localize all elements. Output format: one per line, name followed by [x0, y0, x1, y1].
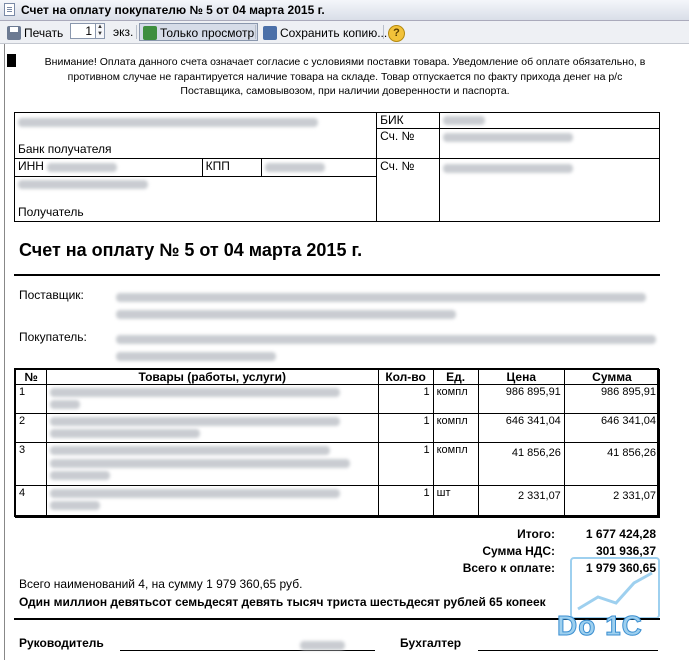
- row-unit: шт: [432, 485, 479, 518]
- row-sum: 646 341,04: [563, 413, 661, 443]
- inn-cell: ИНН: [14, 158, 203, 177]
- row-sum: 2 331,07: [563, 485, 661, 518]
- due-label: Всего к оплате:: [462, 561, 555, 575]
- row-sum: 41 856,26: [563, 442, 661, 486]
- copies-input[interactable]: 1: [70, 23, 96, 39]
- vat-value: 301 936,37: [595, 544, 656, 558]
- copies-spin-icon[interactable]: ▲ ▼: [96, 23, 105, 39]
- col-header-unit: Ед.: [432, 369, 479, 385]
- due-value: 1 979 360,65: [585, 561, 656, 575]
- print-button[interactable]: Печать: [3, 23, 67, 41]
- item-name-redacted: [46, 413, 379, 443]
- row-qty: 1: [377, 384, 434, 414]
- watermark-logo: Do 1C: [557, 610, 643, 642]
- col-header-goods: Товары (работы, услуги): [46, 369, 379, 385]
- total-label: Итого:: [517, 527, 555, 541]
- window-title: Счет на оплату покупателю № 5 от 04 март…: [21, 3, 325, 17]
- col-header-price: Цена: [477, 369, 565, 385]
- toolbar-divider: [255, 25, 256, 39]
- row-qty: 1: [377, 442, 434, 486]
- copies-unit-label: экз.: [113, 25, 134, 39]
- view-only-label: Только просмотр: [160, 26, 255, 40]
- table-row: 1 1 компл 986 895,91 986 895,91: [14, 384, 661, 414]
- inn-label: ИНН: [18, 159, 44, 174]
- view-only-toggle[interactable]: Только просмотр: [139, 23, 259, 41]
- text-cursor: [7, 54, 16, 67]
- recipient-cell: Получатель: [13, 175, 378, 223]
- bik-label: БИК: [376, 111, 441, 130]
- goods-header-row: № Товары (работы, услуги) Кол-во Ед. Цен…: [14, 369, 661, 385]
- help-icon: ?: [388, 25, 405, 42]
- buyer-label: Покупатель:: [19, 330, 87, 344]
- bank-details-table: Банк получателя БИК Сч. № ИНН КПП Сч. № …: [13, 111, 660, 223]
- table-row: 3 1 компл 41 856,26 41 856,26: [14, 442, 661, 486]
- row-unit: компл: [432, 442, 479, 486]
- account-value: [439, 128, 660, 160]
- director-name-redacted: [300, 641, 345, 650]
- bank-name-redacted: [18, 118, 318, 128]
- account2-label: Сч. №: [376, 158, 441, 222]
- summary-line: Всего наименований 4, на сумму 1 979 360…: [19, 577, 303, 591]
- row-price: 986 895,91: [477, 384, 565, 414]
- row-number: 4: [14, 485, 48, 518]
- supplier-value-redacted: [116, 290, 646, 320]
- save-copy-label: Сохранить копию...: [280, 26, 388, 40]
- bank-label: Банк получателя: [18, 142, 112, 157]
- col-header-qty: Кол-во: [377, 369, 434, 385]
- row-number: 3: [14, 442, 48, 486]
- supplier-label: Поставщик:: [19, 288, 84, 302]
- bik-value: [439, 111, 660, 130]
- toolbar: Печать 1 ▲ ▼ экз. Только просмотр Сохранит…: [0, 21, 689, 44]
- buyer-value-redacted: [116, 332, 656, 362]
- window-titlebar: Счет на оплату покупателю № 5 от 04 март…: [0, 0, 689, 21]
- item-name-redacted: [46, 384, 379, 414]
- kpp-label: КПП: [201, 158, 262, 177]
- col-header-sum: Сумма: [563, 369, 661, 385]
- director-label: Руководитель: [19, 636, 104, 650]
- table-row: 4 1 шт 2 331,07 2 331,07: [14, 485, 661, 518]
- recipient-name-redacted: [18, 180, 148, 190]
- document-icon: [4, 3, 15, 16]
- account-label: Сч. №: [376, 128, 441, 160]
- copies-stepper[interactable]: 1 ▲ ▼: [70, 23, 105, 41]
- help-button[interactable]: ?: [388, 23, 405, 42]
- printer-icon: [7, 26, 21, 40]
- bank-cell: Банк получателя: [13, 111, 378, 160]
- save-copy-button[interactable]: Сохранить копию...: [259, 23, 391, 41]
- vat-label: Сумма НДС:: [482, 544, 555, 558]
- view-only-icon: [143, 26, 157, 40]
- item-name-redacted: [46, 485, 379, 518]
- print-label: Печать: [24, 26, 64, 40]
- row-unit: компл: [432, 384, 479, 414]
- row-number: 1: [14, 384, 48, 414]
- row-number: 2: [14, 413, 48, 443]
- accountant-signature-line: [478, 650, 658, 651]
- goods-table: № Товары (работы, услуги) Кол-во Ед. Цен…: [14, 369, 661, 518]
- row-price: 41 856,26: [477, 442, 565, 486]
- kpp-value: [260, 158, 378, 177]
- row-price: 646 341,04: [477, 413, 565, 443]
- invoice-title: Счет на оплату № 5 от 04 марта 2015 г.: [19, 240, 363, 260]
- recipient-label: Получатель: [18, 205, 84, 219]
- col-header-number: №: [14, 369, 48, 385]
- toolbar-divider: [383, 25, 384, 39]
- payment-warning: Внимание! Оплата данного счета означает …: [44, 56, 646, 97]
- total-value: 1 677 424,28: [585, 527, 656, 541]
- director-signature-line: [120, 650, 375, 651]
- row-qty: 1: [377, 413, 434, 443]
- accountant-label: Бухгалтер: [400, 636, 462, 650]
- save-icon: [263, 26, 277, 40]
- amount-in-words: Один миллион девятьсот семьдесят девять …: [19, 595, 546, 609]
- table-row: 2 1 компл 646 341,04 646 341,04: [14, 413, 661, 443]
- row-unit: компл: [432, 413, 479, 443]
- row-qty: 1: [377, 485, 434, 518]
- row-price: 2 331,07: [477, 485, 565, 518]
- account2-value: [439, 158, 660, 222]
- item-name-redacted: [46, 442, 379, 486]
- row-sum: 986 895,91: [563, 384, 661, 414]
- title-divider: [14, 274, 660, 276]
- toolbar-divider: [136, 25, 137, 39]
